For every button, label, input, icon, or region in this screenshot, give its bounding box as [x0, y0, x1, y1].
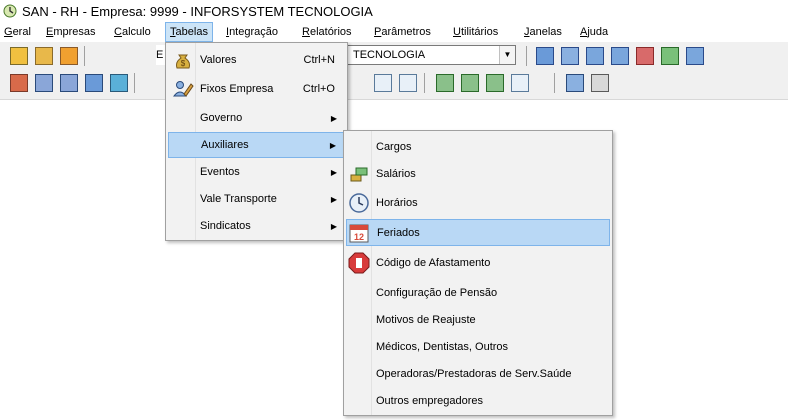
av-icon[interactable] — [686, 47, 704, 65]
menu-bar: Geral Empresas Calculo Tabelas Integraçã… — [0, 22, 788, 42]
grid-green-icon[interactable] — [461, 74, 479, 92]
toolbar-separator — [424, 73, 425, 93]
report-ab-icon[interactable] — [586, 47, 604, 65]
submenu-arrow-icon: ▶ — [330, 194, 337, 204]
people-grid-icon[interactable] — [35, 74, 53, 92]
doc-search-icon[interactable] — [511, 74, 529, 92]
menu-item-sindicatos[interactable]: Sindicatos ▶ — [168, 213, 345, 239]
delete-grid-icon[interactable] — [636, 47, 654, 65]
toolbar-separator — [554, 73, 555, 93]
grid-green-icon[interactable] — [436, 74, 454, 92]
users-icon[interactable] — [60, 47, 78, 65]
submenu-item-label: Código de Afastamento — [376, 256, 491, 269]
toolbar-separator — [134, 73, 135, 93]
employees-icon[interactable] — [35, 47, 53, 65]
submenu-item-label: Operadoras/Prestadoras de Serv.Saúde — [376, 367, 572, 380]
submenu-item-cargos[interactable]: Cargos — [346, 133, 610, 160]
submenu-arrow-icon: ▶ — [330, 221, 337, 231]
doc-icon[interactable] — [399, 74, 417, 92]
submenu-item-label: Horários — [376, 196, 418, 209]
submenu-item-label: Médicos, Dentistas, Outros — [376, 340, 509, 353]
menu-item-valores[interactable]: $ Valores Ctrl+N — [168, 47, 345, 73]
calendar-icon: 12 — [349, 224, 369, 242]
menu-item-auxiliares[interactable]: Auxiliares ▶ — [168, 132, 345, 158]
app-icon — [3, 4, 17, 18]
toolbar-separator — [526, 46, 527, 66]
table-icon[interactable] — [561, 47, 579, 65]
menu-relatorios[interactable]: Relatórios — [302, 22, 352, 42]
company-combo-value: TECNOLOGIA — [353, 49, 426, 61]
menu-janelas[interactable]: Janelas — [524, 22, 562, 42]
menu-item-label: Auxiliares — [201, 139, 249, 151]
salary-icon — [350, 167, 368, 181]
windows-icon[interactable] — [591, 74, 609, 92]
company-icon[interactable] — [10, 47, 28, 65]
menu-item-label: Valores — [200, 54, 237, 66]
menu-item-label: Vale Transporte — [200, 193, 277, 205]
menu-utilitarios[interactable]: Utilitários — [453, 22, 498, 42]
grid-green-icon[interactable] — [486, 74, 504, 92]
submenu-item-label: Outros empregadores — [376, 394, 483, 407]
svg-text:$: $ — [181, 59, 186, 68]
menu-shortcut: Ctrl+N — [303, 54, 335, 66]
money-bag-icon: $ — [176, 54, 190, 69]
grid-chart-icon[interactable] — [661, 47, 679, 65]
menu-item-label: Fixos Empresa — [200, 83, 274, 95]
menu-geral[interactable]: Geral — [4, 22, 31, 42]
submenu-item-label: Cargos — [376, 140, 412, 153]
menu-ajuda[interactable]: Ajuda — [580, 22, 608, 42]
submenu-item-outros-empregadores[interactable]: Outros empregadores — [346, 387, 610, 414]
bag-icon[interactable] — [10, 74, 28, 92]
menu-item-label: Sindicatos — [200, 220, 251, 232]
submenu-item-feriados[interactable]: 12 Feriados — [346, 219, 610, 246]
menu-item-label: Eventos — [200, 166, 240, 178]
submenu-item-label: Motivos de Reajuste — [376, 313, 476, 326]
submenu-item-salarios[interactable]: Salários — [346, 160, 610, 187]
tabelas-menu: $ Valores Ctrl+N Fixos Empresa Ctrl+O Go… — [165, 42, 348, 241]
svg-text:12: 12 — [354, 232, 364, 242]
menu-shortcut: Ctrl+O — [302, 83, 335, 95]
toolbar-separator — [84, 46, 85, 66]
submenu-item-configuracao-pensao[interactable]: Configuração de Pensão — [346, 279, 610, 306]
submenu-item-medicos[interactable]: Médicos, Dentistas, Outros — [346, 333, 610, 360]
menu-item-governo[interactable]: Governo ▶ — [168, 105, 345, 131]
list-icon[interactable] — [110, 74, 128, 92]
menu-item-eventos[interactable]: Eventos ▶ — [168, 159, 345, 185]
menu-item-label: Governo — [200, 112, 243, 124]
report-list-icon[interactable] — [611, 47, 629, 65]
auxiliares-submenu: Cargos Salários Horários 12 Feriados Cód… — [343, 130, 613, 416]
submenu-arrow-icon: ▶ — [330, 113, 337, 123]
submenu-arrow-icon: ▶ — [330, 167, 337, 177]
submenu-item-codigo-afastamento[interactable]: Código de Afastamento — [346, 249, 610, 276]
calendar-30-icon[interactable] — [536, 47, 554, 65]
doc-search-icon[interactable] — [374, 74, 392, 92]
menu-item-fixos-empresa[interactable]: Fixos Empresa Ctrl+O — [168, 76, 345, 102]
submenu-item-horarios[interactable]: Horários — [346, 189, 610, 216]
submenu-item-label: Configuração de Pensão — [376, 286, 498, 299]
people-edit-icon — [172, 81, 194, 97]
menu-parametros[interactable]: Parâmetros — [374, 22, 431, 42]
calculator-icon[interactable] — [566, 74, 584, 92]
window-title: SAN - RH - Empresa: 9999 - INFORSYSTEM T… — [22, 3, 373, 19]
company-combo[interactable]: TECNOLOGIA ▼ — [344, 45, 516, 65]
chevron-down-icon[interactable]: ▼ — [499, 46, 515, 64]
submenu-item-motivos-reajuste[interactable]: Motivos de Reajuste — [346, 306, 610, 333]
title-bar: SAN - RH - Empresa: 9999 - INFORSYSTEM T… — [0, 0, 788, 22]
submenu-item-operadoras[interactable]: Operadoras/Prestadoras de Serv.Saúde — [346, 360, 610, 387]
stop-sign-icon — [348, 252, 370, 273]
clock-icon — [349, 192, 369, 213]
submenu-arrow-icon: ▶ — [329, 140, 336, 150]
menu-calculo[interactable]: Calculo — [114, 22, 151, 42]
globe-icon[interactable] — [85, 74, 103, 92]
book-icon[interactable] — [60, 74, 78, 92]
menu-tabelas[interactable]: Tabelas — [165, 22, 213, 42]
submenu-item-label: Salários — [376, 167, 416, 180]
menu-item-vale-transporte[interactable]: Vale Transporte ▶ — [168, 186, 345, 212]
submenu-item-label: Feriados — [377, 226, 420, 239]
menu-empresas[interactable]: Empresas — [46, 22, 96, 42]
menu-integracao[interactable]: Integração — [226, 22, 278, 42]
